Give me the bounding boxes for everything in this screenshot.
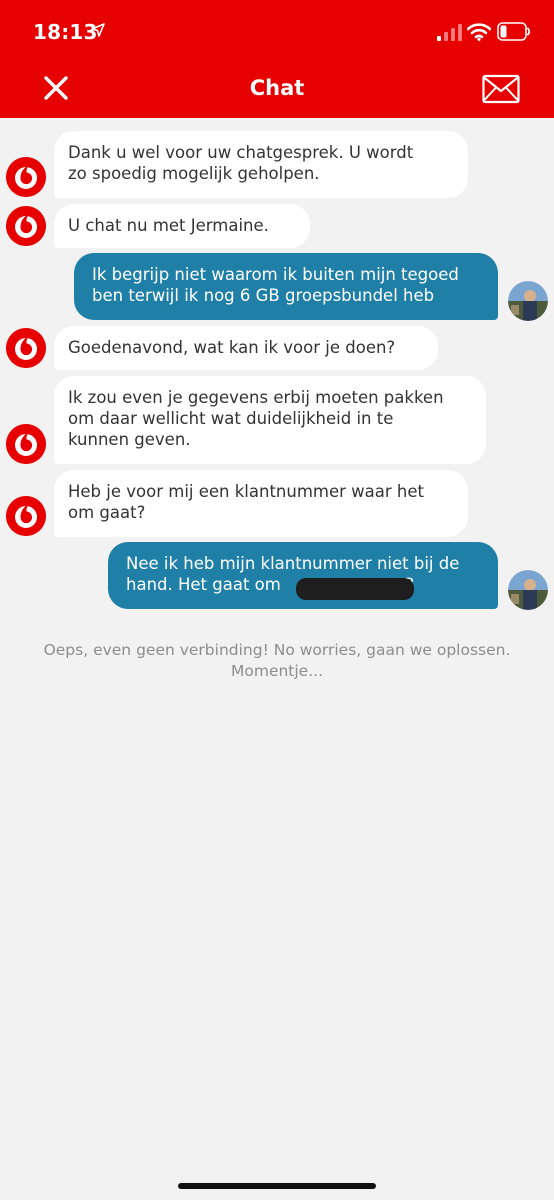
chat-message-user: Nee ik heb mijn klantnummer niet bij de … xyxy=(108,542,498,609)
chat-message-agent: U chat nu met Jermaine. xyxy=(54,204,310,248)
vodafone-logo-icon xyxy=(6,496,46,536)
chat-message-agent: Goedenavond, wat kan ik voor je doen? xyxy=(54,326,438,370)
location-arrow-icon xyxy=(91,23,105,37)
redaction-bar xyxy=(296,578,414,600)
vodafone-logo-icon xyxy=(6,328,46,368)
app-header: 18:13 Chat xyxy=(0,0,554,118)
wifi-icon xyxy=(467,23,491,41)
connection-status-message: Oeps, even geen verbinding! No worries, … xyxy=(43,641,511,680)
chat-message-agent: Ik zou even je gegevens erbij moeten pak… xyxy=(54,376,486,464)
battery-icon xyxy=(497,22,531,41)
status-time: 18:13 xyxy=(33,20,98,44)
vodafone-logo-icon xyxy=(6,424,46,464)
chat-message-user: Ik begrijp niet waarom ik buiten mijn te… xyxy=(74,253,498,320)
chat-message-agent: Heb je voor mij een klantnummer waar het… xyxy=(54,470,468,537)
vodafone-logo-icon xyxy=(6,157,46,197)
user-avatar xyxy=(508,570,548,610)
home-indicator[interactable] xyxy=(178,1183,376,1189)
mail-icon[interactable] xyxy=(482,74,520,104)
user-avatar xyxy=(508,281,548,321)
vodafone-logo-icon xyxy=(6,206,46,246)
signal-icon xyxy=(437,24,462,41)
chat-message-agent: Dank u wel voor uw chatgesprek. U wordt … xyxy=(54,131,468,198)
page-title: Chat xyxy=(249,76,305,100)
